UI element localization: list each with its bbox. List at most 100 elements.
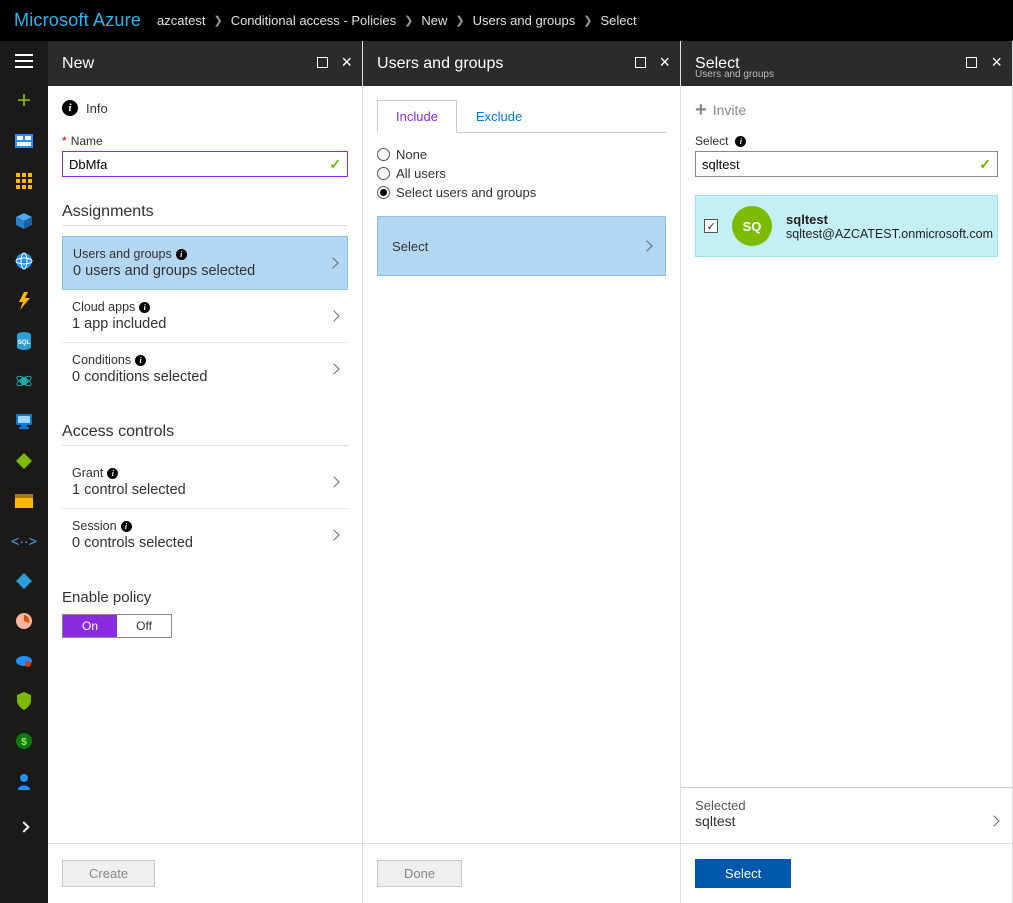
load-balancer-icon[interactable]	[14, 451, 34, 471]
help-support-icon[interactable]	[14, 771, 34, 791]
tab-include[interactable]: Include	[377, 100, 457, 133]
virtual-network-icon[interactable]: <··>	[14, 531, 34, 551]
blade-subtitle: Users and groups	[695, 69, 774, 80]
maximize-icon[interactable]	[317, 57, 328, 68]
selected-item: sqltest	[695, 813, 746, 829]
breadcrumb-item[interactable]: Users and groups	[473, 13, 576, 28]
access-grant[interactable]: Granti 1 control selected	[62, 456, 348, 509]
chevron-right-icon: ❯	[455, 14, 464, 27]
chevron-right-icon: ❯	[404, 14, 413, 27]
expand-nav-icon[interactable]	[14, 817, 34, 837]
select-search-wrap[interactable]: ✓	[695, 151, 998, 177]
name-input-wrap[interactable]: ✓	[62, 151, 348, 177]
virtual-machines-icon[interactable]	[14, 411, 34, 431]
chevron-right-icon: ❯	[213, 14, 222, 27]
toggle-off[interactable]: Off	[117, 615, 171, 637]
breadcrumb-item[interactable]: azcatest	[157, 13, 205, 28]
blade-title: Users and groups	[377, 55, 503, 73]
assign-users-groups[interactable]: Users and groupsi 0 users and groups sel…	[62, 236, 348, 290]
include-exclude-tabs: Include Exclude	[377, 100, 666, 133]
chevron-right-icon	[641, 240, 652, 251]
assign-conditions[interactable]: Conditionsi 0 conditions selected	[62, 343, 348, 395]
globe-icon[interactable]	[14, 251, 34, 271]
azure-logo[interactable]: Microsoft Azure	[14, 10, 141, 31]
chevron-right-icon	[328, 476, 339, 487]
info-button[interactable]: i Info	[62, 100, 348, 116]
info-icon: i	[135, 355, 146, 366]
access-session[interactable]: Sessioni 0 controls selected	[62, 509, 348, 561]
cube-icon[interactable]	[14, 211, 34, 231]
plus-icon: +	[695, 100, 707, 120]
chevron-right-icon: ❯	[583, 14, 592, 27]
selected-panel[interactable]: Selected sqltest	[681, 787, 1012, 843]
blade-new: New × i Info *Name ✓ Assignments	[48, 41, 363, 903]
left-nav-rail: + SQL <··> $	[0, 41, 48, 903]
advisor-icon[interactable]	[14, 651, 34, 671]
monitor-icon[interactable]	[14, 611, 34, 631]
info-icon: i	[735, 136, 746, 147]
assign-cloud-apps[interactable]: Cloud appsi 1 app included	[62, 290, 348, 343]
breadcrumb-item[interactable]: New	[421, 13, 447, 28]
close-icon[interactable]: ×	[342, 53, 353, 71]
select-users-card[interactable]: Select	[377, 216, 666, 276]
cost-management-icon[interactable]: $	[14, 731, 34, 751]
select-search-label: Selecti	[695, 134, 998, 148]
name-label: *Name	[62, 134, 348, 148]
maximize-icon[interactable]	[966, 57, 977, 68]
chevron-right-icon	[327, 257, 338, 268]
hamburger-icon[interactable]	[14, 51, 34, 71]
svg-text:SQL: SQL	[18, 340, 31, 346]
close-icon[interactable]: ×	[991, 53, 1002, 71]
info-icon: i	[139, 302, 150, 313]
blade-header-users-groups: Users and groups ×	[363, 41, 680, 86]
invite-button[interactable]: + Invite	[695, 100, 998, 120]
chevron-right-icon	[988, 815, 999, 826]
blade-title: New	[62, 55, 94, 73]
all-services-icon[interactable]	[14, 171, 34, 191]
top-bar: Microsoft Azure azcatest ❯ Conditional a…	[0, 0, 1013, 41]
blade-select: Select Users and groups × + Invite Selec…	[681, 41, 1013, 903]
cosmos-db-icon[interactable]	[14, 371, 34, 391]
tab-exclude[interactable]: Exclude	[457, 100, 541, 132]
blade-header-select: Select Users and groups ×	[681, 41, 1012, 86]
info-icon: i	[62, 100, 78, 116]
access-controls-heading: Access controls	[62, 423, 348, 446]
dashboard-icon[interactable]	[14, 131, 34, 151]
maximize-icon[interactable]	[635, 57, 646, 68]
close-icon[interactable]: ×	[660, 53, 671, 71]
select-search-input[interactable]	[702, 157, 979, 172]
radio-select-users-groups[interactable]: Select users and groups	[377, 185, 666, 200]
blade-header-new: New ×	[48, 41, 362, 86]
info-label: Info	[86, 101, 108, 116]
storage-icon[interactable]	[14, 491, 34, 511]
breadcrumb-item[interactable]: Conditional access - Policies	[231, 13, 396, 28]
result-email: sqltest@AZCATEST.onmicrosoft.com	[786, 227, 993, 241]
name-input[interactable]	[69, 157, 329, 172]
info-icon: i	[107, 468, 118, 479]
enable-policy-heading: Enable policy	[62, 589, 348, 606]
functions-icon[interactable]	[14, 291, 34, 311]
create-resource-icon[interactable]: +	[14, 91, 34, 111]
select-button[interactable]: Select	[695, 859, 791, 888]
done-button[interactable]: Done	[377, 860, 462, 887]
toggle-on[interactable]: On	[63, 615, 117, 637]
info-icon: i	[176, 249, 187, 260]
azure-ad-icon[interactable]	[14, 571, 34, 591]
selected-heading: Selected	[695, 798, 746, 813]
blade-users-groups: Users and groups × Include Exclude None …	[363, 41, 681, 903]
breadcrumb-item[interactable]: Select	[600, 13, 636, 28]
svg-text:$: $	[21, 737, 27, 748]
radio-all-users[interactable]: All users	[377, 166, 666, 181]
valid-check-icon: ✓	[979, 156, 991, 173]
search-result-item[interactable]: ✓ SQ sqltest sqltest@AZCATEST.onmicrosof…	[695, 195, 998, 257]
sql-database-icon[interactable]: SQL	[14, 331, 34, 351]
result-checkbox[interactable]: ✓	[704, 219, 718, 233]
assignments-heading: Assignments	[62, 203, 348, 226]
enable-policy-toggle[interactable]: On Off	[62, 614, 172, 638]
security-center-icon[interactable]	[14, 691, 34, 711]
chevron-right-icon	[328, 529, 339, 540]
create-button[interactable]: Create	[62, 860, 155, 887]
radio-none[interactable]: None	[377, 147, 666, 162]
avatar: SQ	[732, 206, 772, 246]
result-name: sqltest	[786, 212, 993, 227]
